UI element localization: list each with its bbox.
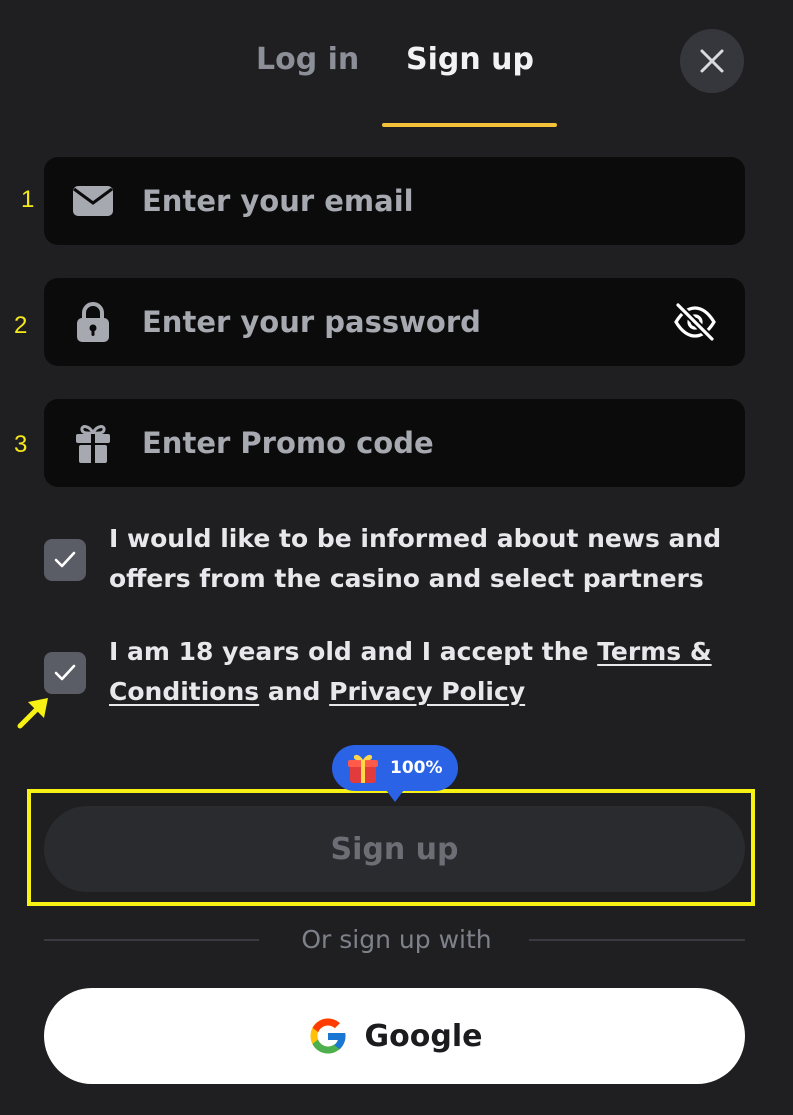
age-terms-label: I am 18 years old and I accept the Terms… (109, 632, 749, 712)
annotation-number-2: 2 (14, 312, 28, 339)
divider-text: Or sign up with (301, 925, 492, 954)
email-field (44, 157, 745, 245)
bonus-badge-pointer (386, 790, 404, 802)
envelope-icon (73, 181, 113, 221)
google-button-label: Google (364, 1018, 483, 1054)
promo-code-input[interactable] (142, 399, 682, 487)
news-consent-label: I would like to be informed about news a… (109, 524, 722, 593)
eye-slash-icon (674, 302, 716, 342)
bonus-badge-text: 100% (390, 758, 443, 778)
active-tab-indicator (382, 123, 557, 127)
close-button[interactable] (680, 29, 744, 93)
annotation-number-1: 1 (21, 186, 35, 213)
password-input[interactable] (142, 278, 682, 366)
news-consent-checkbox[interactable] (44, 539, 86, 581)
lock-icon (73, 302, 113, 342)
password-visibility-toggle[interactable] (671, 298, 719, 346)
google-logo-icon (310, 1018, 346, 1054)
google-signup-button[interactable]: Google (44, 988, 745, 1084)
close-icon (700, 49, 724, 73)
gift-box-icon (348, 754, 378, 783)
email-input[interactable] (142, 157, 682, 245)
checkmark-icon (54, 551, 76, 568)
age-terms-text: I am 18 years old and I accept the (109, 637, 598, 666)
tab-login[interactable]: Log in (256, 38, 359, 82)
password-field (44, 278, 745, 366)
privacy-policy-link[interactable]: Privacy Policy (329, 677, 525, 706)
checkmark-icon (54, 664, 76, 681)
signup-submit-button[interactable]: Sign up (44, 806, 745, 892)
annotation-arrow-icon (17, 698, 48, 729)
promo-code-field (44, 399, 745, 487)
tab-signup[interactable]: Sign up (406, 38, 534, 82)
annotation-number-3: 3 (14, 431, 28, 458)
gift-icon (73, 423, 113, 463)
bonus-badge: 100% (332, 745, 458, 791)
age-terms-checkbox[interactable] (44, 652, 86, 694)
age-terms-and: and (259, 677, 330, 706)
